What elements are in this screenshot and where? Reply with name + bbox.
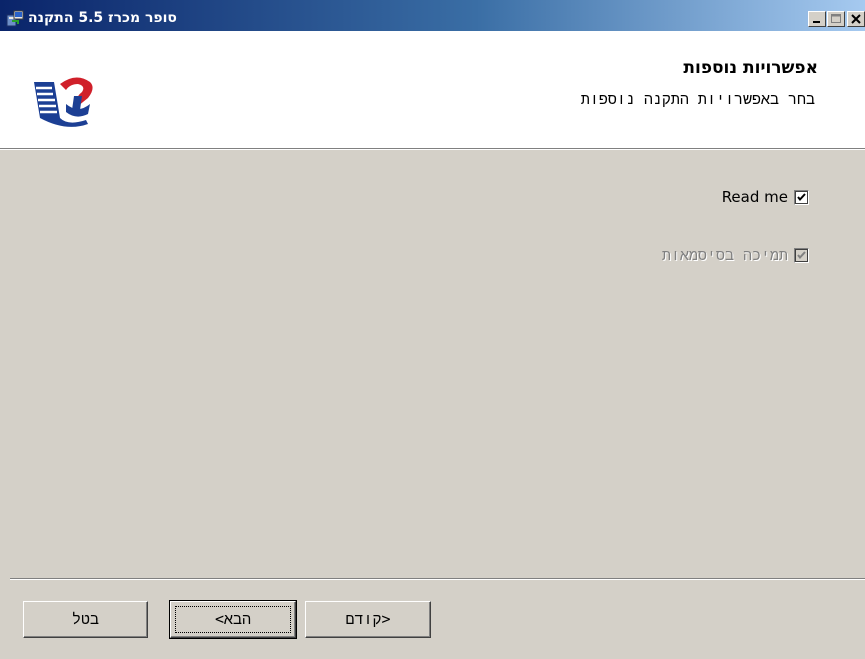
close-icon bbox=[851, 14, 861, 24]
password-support-label: תמיכה בסיסמאות bbox=[661, 245, 788, 264]
header-divider bbox=[0, 149, 865, 150]
password-support-option: תמיכה בסיסמאות bbox=[662, 246, 809, 264]
installer-window: סופר מכרז 5.5 התקנה אפשרויות נוספות בחר … bbox=[0, 0, 865, 659]
maximize-button[interactable] bbox=[827, 11, 845, 27]
cancel-button[interactable]: בטל bbox=[23, 601, 148, 638]
readme-checkbox[interactable] bbox=[794, 189, 809, 205]
page-title: אפשרויות נוספות bbox=[683, 58, 818, 78]
minimize-button[interactable] bbox=[808, 11, 826, 27]
maximize-icon bbox=[831, 14, 841, 23]
title-bar[interactable]: סופר מכרז 5.5 התקנה bbox=[0, 0, 865, 31]
window-title: סופר מכרז 5.5 התקנה bbox=[28, 10, 177, 26]
installer-app-icon bbox=[6, 9, 24, 27]
close-button[interactable] bbox=[847, 11, 865, 27]
next-button-label: הבא> bbox=[214, 610, 252, 628]
footer-divider-highlight bbox=[10, 579, 865, 580]
checkmark-icon bbox=[797, 250, 806, 259]
readme-label: Read me bbox=[721, 188, 788, 206]
page-subtitle: בחר באפשרויות התקנה נוספות bbox=[580, 90, 815, 108]
password-support-checkbox bbox=[794, 247, 809, 263]
app-logo-icon bbox=[30, 74, 100, 129]
next-button[interactable]: הבא> bbox=[169, 600, 297, 639]
checkmark-icon bbox=[797, 192, 806, 201]
back-button[interactable]: <קודם bbox=[305, 601, 431, 638]
minimize-icon bbox=[813, 21, 820, 23]
readme-option[interactable]: Read me bbox=[722, 188, 809, 206]
